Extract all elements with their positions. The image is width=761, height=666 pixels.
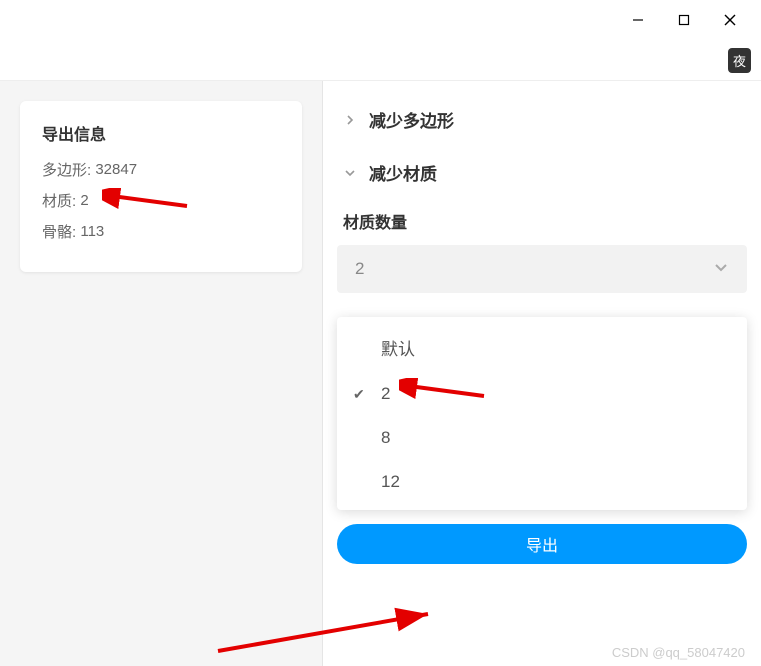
check-icon: ✔ [353,386,365,403]
close-icon [724,14,736,26]
minimize-icon [632,14,644,26]
dropdown-option-2[interactable]: ✔ 2 [337,372,747,416]
annotation-arrow-icon [399,378,489,402]
chevron-right-icon [343,115,357,125]
section-label: 减少多边形 [369,107,454,132]
material-count-label: 材质数量 [323,199,761,245]
window-titlebar [0,0,761,40]
chevron-down-icon [713,259,729,280]
export-button[interactable]: 导出 [337,524,747,564]
dropdown-option-8[interactable]: 8 [337,416,747,460]
bones-label: 骨骼: [42,221,76,242]
watermark-text: CSDN @qq_58047420 [612,645,745,660]
option-label: 12 [381,472,400,492]
main-content: 导出信息 多边形: 32847 材质: 2 骨骼: 113 [0,80,761,666]
dropdown-option-12[interactable]: 12 [337,460,747,504]
maximize-button[interactable] [661,4,707,36]
material-count-dropdown: 默认 ✔ 2 8 12 [337,317,747,510]
chevron-down-icon [343,168,357,178]
select-value: 2 [355,259,364,279]
close-button[interactable] [707,4,753,36]
minimize-button[interactable] [615,4,661,36]
polygons-row: 多边形: 32847 [42,159,280,180]
night-mode-badge[interactable]: 夜 [728,48,751,73]
option-label: 默认 [381,335,415,360]
export-button-label: 导出 [526,532,558,556]
info-card-title: 导出信息 [42,121,280,145]
polygons-value: 32847 [95,161,137,178]
polygons-label: 多边形: [42,159,91,180]
option-label: 8 [381,428,390,448]
section-reduce-polygons[interactable]: 减少多边形 [323,93,761,146]
maximize-icon [678,14,690,26]
materials-row: 材质: 2 [42,190,280,211]
toolbar-row: 夜 [0,40,761,80]
section-reduce-materials[interactable]: 减少材质 [323,146,761,199]
dropdown-option-default[interactable]: 默认 [337,323,747,372]
materials-value: 2 [80,192,88,209]
annotation-arrow-icon [102,188,192,212]
bones-row: 骨骼: 113 [42,221,280,242]
material-count-select[interactable]: 2 [337,245,747,293]
export-info-card: 导出信息 多边形: 32847 材质: 2 骨骼: 113 [20,101,302,272]
left-panel: 导出信息 多边形: 32847 材质: 2 骨骼: 113 [0,81,322,666]
bones-value: 113 [80,223,104,240]
option-label: 2 [381,384,390,404]
right-panel: 减少多边形 减少材质 材质数量 2 默认 ✔ 2 [322,81,761,666]
materials-label: 材质: [42,190,76,211]
section-label: 减少材质 [369,160,437,185]
